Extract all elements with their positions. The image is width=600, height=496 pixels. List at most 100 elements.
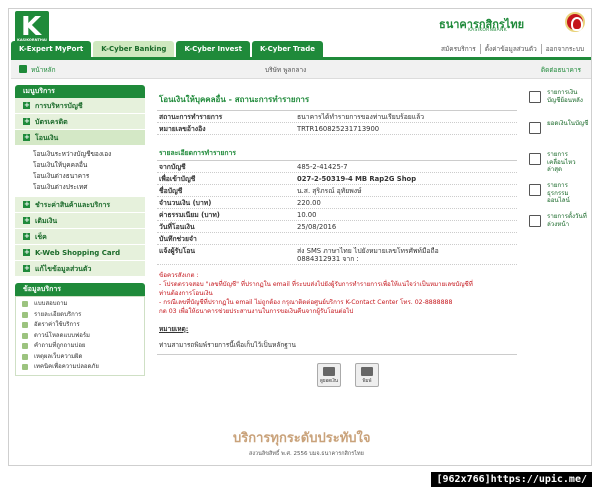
tab-k-cyber-invest[interactable]: K-Cyber Invest — [176, 41, 250, 57]
sidebar-item-label: K-Web Shopping Card — [35, 249, 121, 257]
sidebar-item-cheque[interactable]: เช็ค — [15, 228, 145, 245]
top-links: สมัครบริการ ตั้งค่าข้อมูลส่วนตัว ออกจากร… — [437, 44, 588, 54]
detail-value: 25/08/2016 — [297, 223, 337, 231]
reference-row: หมายเลขอ้างอิง TRTR160825231713900 — [157, 123, 517, 135]
detail-row: แจ้งผู้รับโอน ส่ง SMS ภาษาไทย ไปยังหมายเล… — [157, 245, 517, 265]
home-link[interactable]: หน้าหลัก — [31, 65, 56, 75]
note-title: หมายเหตุ: — [159, 325, 189, 333]
sidebar-item-credit-card[interactable]: บัตรเครดิต — [15, 113, 145, 130]
quick-links: รายการเงิน บัญชีย้อนหลัง ยอดเงินในบัญชี … — [525, 89, 589, 244]
view-balance-button[interactable]: ดูยอดเงิน — [317, 363, 341, 387]
detail-row: จำนวนเงิน (บาท) 220.00 — [157, 197, 517, 209]
kbank-logo[interactable]: K KASIKORNTHAI — [15, 11, 49, 45]
expand-icon — [23, 212, 30, 228]
sidebar-item-label: บัตรเครดิต — [35, 118, 68, 126]
action-buttons: ดูยอดเงิน พิมพ์ — [157, 363, 517, 393]
expand-icon — [23, 260, 30, 276]
quick-link-history[interactable]: รายการเงิน บัญชีย้อนหลัง — [525, 89, 589, 115]
sidebar: เมนูบริการ การบริหารบัญชี บัตรเครดิต โอน… — [15, 85, 145, 376]
details-list: จากบัญชี 485-2-41425-7 เพื่อเข้าบัญชี 027-2… — [157, 161, 517, 265]
quick-link-online[interactable]: รายการ ธุรกรรมออนไลน์ — [525, 182, 589, 208]
quick-link-recent[interactable]: รายการ เคลื่อนไหวล่าสุด — [525, 151, 589, 177]
detail-value: 485-2-41425-7 — [297, 163, 348, 171]
register-link[interactable]: สมัครบริการ — [437, 44, 480, 54]
service-security[interactable]: เทคนิคเพื่อความปลอดภัย — [16, 362, 144, 373]
detail-row: ค่าธรรมเนียม (บาท) 10.00 — [157, 209, 517, 221]
sidebar-item-topup[interactable]: เติมเงิน — [15, 212, 145, 229]
detail-label: วันที่โอนเงิน — [159, 223, 195, 231]
sidebar-item-label: แก้ไขข้อมูลส่วนตัว — [35, 265, 92, 273]
service-survey[interactable]: แบบสอบถาม — [16, 299, 144, 310]
expand-icon — [23, 244, 30, 260]
detail-value: 220.00 — [297, 199, 321, 207]
balance-icon — [323, 367, 335, 376]
service-details[interactable]: รายละเอียดบริการ — [16, 310, 144, 321]
sidebar-subitem-own-account[interactable]: โอนเงินระหว่างบัญชีของเอง — [15, 149, 145, 160]
balance-icon — [529, 122, 541, 134]
image-watermark: [962x766]https://upic.me/ — [431, 472, 592, 487]
sidebar-item-payment[interactable]: ชำระค่าสินค้าและบริการ — [15, 196, 145, 213]
sidebar-subitem-overseas[interactable]: โอนเงินต่างประเทศ — [15, 182, 145, 193]
expand-icon — [23, 113, 30, 129]
download-icon — [22, 332, 28, 339]
service-forms[interactable]: ดาวน์โหลดแบบฟอร์ม — [16, 331, 144, 342]
sidebar-item-label: โอนเงิน — [35, 134, 59, 142]
sidebar-subitem-other-person[interactable]: โอนเงินให้บุคคลอื่น — [15, 160, 145, 171]
sidebar-item-label: การบริหารบัญชี — [35, 102, 83, 110]
product-tabs: K-Expert MyPort K-Cyber Banking K-Cyber … — [11, 41, 325, 57]
reference-label: หมายเลขอ้างอิง — [159, 125, 206, 133]
home-icon[interactable] — [19, 65, 27, 73]
service-faq[interactable]: คำถามที่ถูกถามบ่อย — [16, 341, 144, 352]
sidebar-item-transfer[interactable]: โอนเงิน — [15, 129, 145, 146]
error-icon — [22, 353, 28, 360]
services-header: ข้อมูลบริการ — [15, 283, 145, 296]
sidebar-item-account[interactable]: การบริหารบัญชี — [15, 97, 145, 114]
tab-k-cyber-trade[interactable]: K-Cyber Trade — [251, 41, 323, 57]
detail-row: ชื่อบัญชี น.ส. สุริภรณ์ อุทัยพงษ์ — [157, 185, 517, 197]
status-row: สถานะการทำรายการ ธนาคารได้ทำรายการของท่า… — [157, 111, 517, 123]
services-list: แบบสอบถาม รายละเอียดบริการ อัตราค่าใช้บร… — [15, 296, 145, 376]
bank-name-en: KASIKORNBANK — [468, 28, 507, 33]
sidebar-item-profile[interactable]: แก้ไขข้อมูลส่วนตัว — [15, 260, 145, 277]
company-name: บริษัท พูลกลาง — [265, 66, 307, 74]
logout-link[interactable]: ออกจากระบบ — [540, 44, 588, 54]
expand-icon — [23, 228, 30, 244]
expand-icon — [23, 196, 30, 212]
status-label: สถานะการทำรายการ — [159, 113, 223, 121]
quick-link-balance[interactable]: ยอดเงินในบัญชี — [525, 120, 589, 146]
details-section-title: รายละเอียดการทำรายการ — [157, 141, 517, 161]
details-icon — [22, 311, 28, 318]
tab-k-expert[interactable]: K-Expert MyPort — [11, 41, 92, 57]
sidebar-header: เมนูบริการ — [15, 85, 145, 98]
detail-row: วันที่โอนเงิน 25/08/2016 — [157, 221, 517, 233]
calendar-icon — [529, 215, 541, 227]
footer-slogan: บริการทุกระดับประทับใจ — [233, 431, 371, 446]
main-content: โอนเงินให้บุคคลอื่น - สถานะการทำรายการ ส… — [157, 85, 517, 393]
fees-icon — [22, 322, 28, 328]
sidebar-item-label: เติมเงิน — [35, 217, 58, 225]
sidebar-item-label: ชำระค่าสินค้าและบริการ — [35, 201, 111, 209]
contact-link[interactable]: ติดต่อธนาคาร — [541, 65, 581, 75]
statement-icon — [529, 91, 541, 103]
sidebar-subitem-other-bank[interactable]: โอนเงินต่างธนาคาร — [15, 171, 145, 182]
online-icon — [529, 184, 541, 196]
detail-label: เพื่อเข้าบัญชี — [159, 175, 196, 183]
service-errors[interactable]: เหตุผลเว็บความผิด — [16, 352, 144, 363]
recent-icon — [529, 153, 541, 165]
print-button[interactable]: พิมพ์ — [355, 363, 379, 387]
detail-row: เพื่อเข้าบัญชี 027-2-50319-4 MB Rap2G Sho… — [157, 173, 517, 185]
detail-row: จากบัญชี 485-2-41425-7 — [157, 161, 517, 173]
service-fees[interactable]: อัตราค่าใช้บริการ — [16, 320, 144, 331]
detail-row: บันทึกช่วยจำ — [157, 233, 517, 245]
sidebar-item-label: เช็ค — [35, 233, 47, 241]
reference-value: TRTR160825231713900 — [297, 125, 380, 133]
sub-header: หน้าหลัก บริษัท พูลกลาง ติดต่อธนาคาร — [11, 60, 591, 79]
settings-link[interactable]: ตั้งค่าข้อมูลส่วนตัว — [479, 44, 541, 54]
detail-label: ชื่อบัญชี — [159, 187, 183, 195]
quick-link-scheduled[interactable]: รายการตั้งวันที่ ล่วงหน้า — [525, 213, 589, 239]
warning-text: ข้อควรสังเกต : - โปรดตรวจสอบ "เลขที่บัญช… — [159, 272, 473, 315]
footer-copyright: สงวนลิขสิทธิ์ พ.ศ. 2556 บมจ.ธนาคารกสิกรไ… — [249, 451, 364, 457]
sidebar-item-shopping-card[interactable]: K-Web Shopping Card — [15, 244, 145, 261]
detail-value: ส่ง SMS ภาษาไทย ไปยังหมายเลขโทรศัพท์มือถ… — [297, 247, 439, 263]
tab-k-cyber-banking[interactable]: K-Cyber Banking — [93, 41, 175, 57]
